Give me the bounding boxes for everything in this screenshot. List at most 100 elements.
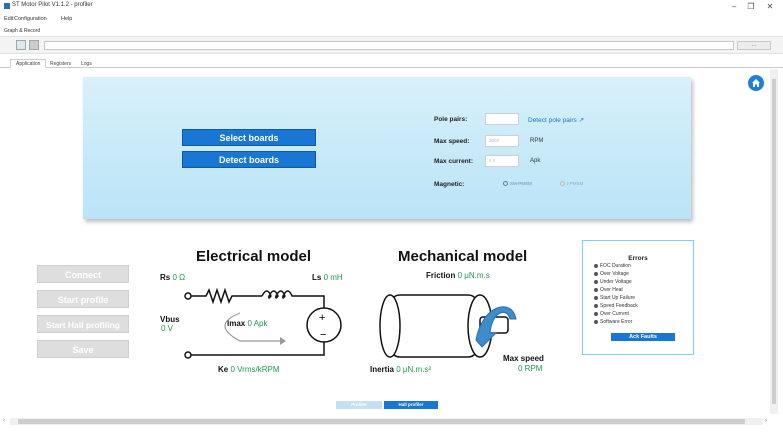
tab-logs[interactable]: Logs [75,59,98,68]
title-bar: ST Motor Pilot V1.1.2 - profiler – ❐ ✕ [0,0,783,15]
detect-boards-button[interactable]: Detect boards [182,151,316,168]
max-speed-unit: RPM [530,138,544,144]
error-item: Over Current [594,311,629,317]
errors-title: Errors [628,255,648,262]
current-arrowhead [280,337,286,345]
error-item-label: Over Heat [600,287,623,293]
current-arrow [224,312,280,342]
horizontal-scrollbar[interactable] [10,418,763,425]
tab-bar: Application Registers Logs [0,58,783,68]
motor-illustration [379,294,517,358]
max-current-label: Max current: [434,158,474,165]
inertia-value: 0 μN.m.s² [396,365,432,374]
max-current-input[interactable]: 4.0 [485,155,519,167]
motor-body [389,294,479,358]
terminal-top [184,292,192,300]
max-current-unit: Apk [530,158,541,164]
error-item-label: Under Voltage [600,279,632,285]
magnetic-label: Magnetic: [434,181,465,188]
menu-configuration[interactable]: Configuration [14,16,47,22]
external-link-icon: ↗ [578,117,585,124]
tab-registers[interactable]: Registers [44,59,77,68]
pole-pairs-label: Pole pairs: [434,116,468,123]
vbus-value: 0 V [161,324,174,333]
menu-edit[interactable]: Edit [4,16,13,22]
home-icon [752,79,760,87]
max-speed-input[interactable]: 3000 [485,135,519,147]
graph-record-title: Graph & Record [4,28,41,34]
inductor-symbol [261,290,325,308]
error-item-label: Start Up Failure [600,295,636,301]
motor-back [379,294,401,358]
friction-label: Friction [426,271,456,280]
tab-hall-profiler[interactable]: Hall profiler [384,401,438,409]
error-item-label: Software Error [600,319,633,325]
start-hall-profiling-button[interactable]: Start Hall profiling [37,315,129,333]
select-boards-button[interactable]: Select boards [182,129,316,146]
horizontal-scroll-thumb[interactable] [18,419,745,424]
rs-label: Rs [160,273,171,282]
friction-readout: Friction 0 μN.m.s [426,271,490,280]
app-icon [4,3,10,9]
detect-pole-pairs-label: Detect pole pairs [528,117,577,124]
errors-panel: Errors FOC Duration Over Voltage Under V… [582,240,694,355]
ls-value: 0 mH [323,273,343,282]
error-item-label: Speed Feedback [600,303,638,309]
radio-sm-pmsm[interactable]: SM-PMSM [503,181,532,187]
detect-pole-pairs-link[interactable]: Detect pole pairs ↗ [528,116,584,124]
ke-value: 0 Vrms/kRPM [230,365,280,374]
error-item-label: FOC Duration [600,263,631,269]
error-item: Under Voltage [594,279,632,285]
minimize-button[interactable]: – [728,2,740,12]
home-button[interactable] [748,75,764,91]
vertical-scrollbar[interactable] [770,69,778,414]
minus-sign: − [320,329,326,341]
error-indicator [594,287,598,292]
record-path-field[interactable] [44,41,734,50]
error-indicator [594,295,598,300]
stop-icon[interactable] [29,40,39,50]
tab-profiler[interactable]: Profiler [336,401,382,409]
start-profile-button[interactable]: Start profile [37,290,129,308]
mech-max-speed-value: 0 RPM [518,364,543,373]
ls-readout: Ls 0 mH [312,273,343,282]
error-item: Software Error [594,319,632,325]
rs-value: 0 Ω [172,273,186,282]
error-item-label: Over Voltage [600,271,629,277]
vertical-scroll-thumb[interactable] [772,79,776,404]
friction-value: 0 μN.m.s [457,271,490,280]
error-indicator [594,319,598,324]
ke-label: Ke [218,365,229,374]
electrical-circuit-diagram: + − [184,287,342,359]
scroll-right-icon[interactable]: › [765,418,767,424]
plus-sign: + [319,312,325,324]
mech-max-speed-label: Max speed [503,354,544,363]
browse-button[interactable]: ... [737,41,771,50]
inertia-readout: Inertia 0 μN.m.s² [370,365,431,374]
save-button[interactable]: Save [37,340,129,358]
radio-i-pmsm[interactable]: I-PMSM [560,181,583,187]
record-icon[interactable] [16,40,26,50]
pole-pairs-input[interactable] [485,113,519,125]
return-wire [191,342,325,356]
ke-readout: Ke 0 Vrms/kRPM [218,365,280,374]
restore-button[interactable]: ❐ [745,2,757,12]
window-title: ST Motor Pilot V1.1.2 - profiler [12,2,93,8]
error-indicator [594,311,598,316]
tab-application[interactable]: Application [10,59,47,68]
error-item: Over Voltage [594,271,629,277]
toolbar: ... [0,36,783,54]
ack-faults-button[interactable]: Ack Faults [611,333,675,341]
scroll-left-icon[interactable]: ‹ [3,418,5,424]
radio-sm-pmsm-label: SM-PMSM [510,181,532,186]
rs-readout: Rs 0 Ω [160,273,185,282]
vbus-label: Vbus [160,315,180,324]
error-indicator [594,279,598,284]
mechanical-model-title: Mechanical model [398,248,528,265]
error-indicator [594,303,598,308]
error-item: FOC Duration [594,263,631,269]
connect-button[interactable]: Connect [37,265,129,283]
close-button[interactable]: ✕ [764,2,776,12]
inertia-label: Inertia [370,365,395,374]
menu-help[interactable]: Help [61,16,72,22]
